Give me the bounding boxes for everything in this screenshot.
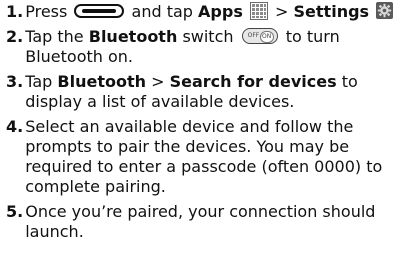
step-4: 4. Select an available device and follow… <box>6 117 405 197</box>
apps-grid-icon <box>249 1 268 20</box>
step-number: 3. <box>6 72 24 91</box>
step-text-tap-the: Tap the <box>25 27 84 46</box>
toggle-switch-icon: OFF ON <box>241 27 278 44</box>
step-number: 5. <box>6 202 24 221</box>
step-number: 4. <box>6 117 24 136</box>
step-1: 1. Press and tap Apps > Settings <box>6 1 405 22</box>
step-text: Select an available device and follow th… <box>25 117 383 196</box>
switch-off-label: OFF <box>247 31 260 39</box>
step-number: 2. <box>6 27 24 46</box>
settings-gear-icon <box>376 2 394 19</box>
bluetooth-label: Bluetooth <box>57 72 146 91</box>
search-for-devices-label: Search for devices <box>169 72 337 91</box>
bluetooth-label: Bluetooth <box>88 27 178 46</box>
switch-on-label: ON <box>259 30 274 43</box>
step-5: 5. Once you’re paired, your connection s… <box>6 202 405 242</box>
step-3: 3. Tap Bluetooth > Search for devices to… <box>6 72 405 112</box>
step-text-and-tap: and tap <box>131 2 193 21</box>
step-number: 1. <box>6 2 24 21</box>
step-2: 2. Tap the Bluetooth switch OFF ON to tu… <box>6 27 405 67</box>
step-text-switch: switch <box>182 27 234 46</box>
step-text: Press and tap Apps > Settings <box>25 1 405 22</box>
step-separator: > <box>151 72 165 91</box>
step-text-press: Press <box>25 2 68 21</box>
step-separator: > <box>275 2 289 21</box>
instruction-list: 1. Press and tap Apps > Settings 2. Tap … <box>0 0 411 242</box>
step-text-tap: Tap <box>25 72 53 91</box>
step-text: Tap the Bluetooth switch OFF ON to turn … <box>25 27 405 67</box>
home-key-icon <box>74 3 125 18</box>
step-text: Once you’re paired, your connection shou… <box>25 202 376 241</box>
step-text: Tap Bluetooth > Search for devices to di… <box>25 72 405 112</box>
apps-label: Apps <box>198 2 243 21</box>
settings-label: Settings <box>293 2 370 21</box>
